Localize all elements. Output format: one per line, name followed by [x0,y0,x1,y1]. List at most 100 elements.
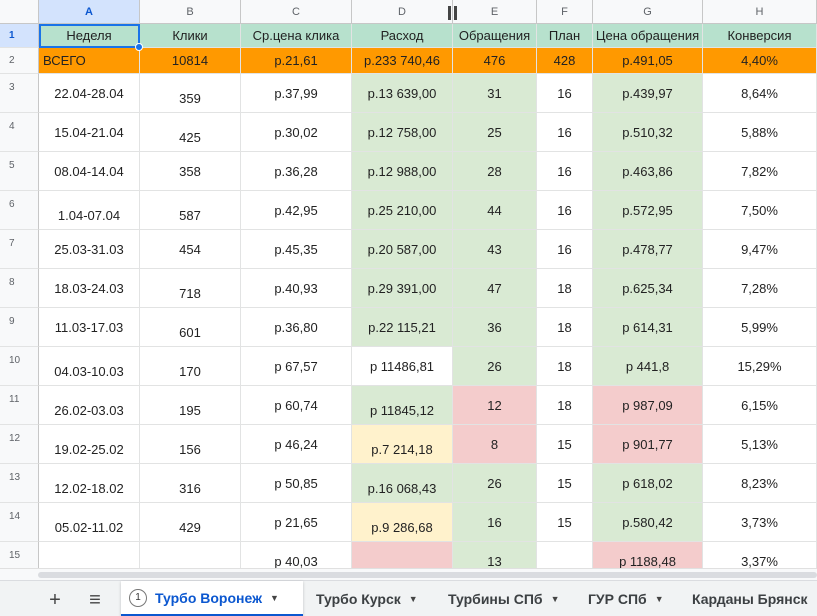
cell-a[interactable]: 12.02-18.02 [39,464,140,503]
cell-a[interactable]: 08.04-14.04 [39,152,140,191]
header-cell-d[interactable]: Расход [352,24,453,48]
cell-h[interactable]: 5,13% [703,425,817,464]
cell-d[interactable]: р.16 068,43 [352,464,453,503]
cell-c[interactable]: р 50,85 [241,464,352,503]
cell-f[interactable]: 15 [537,425,593,464]
total-cell-c[interactable]: р.21,61 [241,48,352,74]
cell-h[interactable]: 15,29% [703,347,817,386]
header-cell-a[interactable]: Неделя [39,24,140,48]
cell-d[interactable]: р.13 639,00 [352,74,453,113]
chevron-down-icon[interactable]: ▼ [270,593,279,603]
horizontal-scrollbar[interactable] [0,568,817,580]
cell-e[interactable]: 28 [453,152,537,191]
cell-f[interactable]: 18 [537,347,593,386]
chevron-down-icon[interactable]: ▼ [655,594,664,604]
cell-d[interactable] [352,542,453,568]
cell-g[interactable]: р.439,97 [593,74,703,113]
cell-f[interactable]: 16 [537,152,593,191]
cell-b[interactable]: 718 [140,269,241,308]
tab-gur-spb[interactable]: ГУР СПб ▼ [580,581,672,616]
cell-e[interactable]: 16 [453,503,537,542]
column-header-g[interactable]: G [593,0,703,24]
cell-a[interactable] [39,542,140,568]
cell-e[interactable]: 36 [453,308,537,347]
cell-h[interactable]: 3,37% [703,542,817,568]
cell-f[interactable]: 16 [537,230,593,269]
cell-b[interactable]: 601 [140,308,241,347]
cell-h[interactable]: 8,64% [703,74,817,113]
cell-e[interactable]: 26 [453,464,537,503]
cell-h[interactable]: 3,73% [703,503,817,542]
row-number[interactable]: 11 [0,386,39,425]
row-number[interactable]: 10 [0,347,39,386]
freeze-columns-handle[interactable] [448,6,458,20]
cell-e[interactable]: 43 [453,230,537,269]
cell-h[interactable]: 7,28% [703,269,817,308]
cell-f[interactable]: 18 [537,386,593,425]
cell-b[interactable] [140,542,241,568]
cell-c[interactable]: р 21,65 [241,503,352,542]
cell-c[interactable]: р 67,57 [241,347,352,386]
cell-d[interactable]: р.20 587,00 [352,230,453,269]
cell-a[interactable]: 25.03-31.03 [39,230,140,269]
total-cell-f[interactable]: 428 [537,48,593,74]
column-header-b[interactable]: B [140,0,241,24]
cell-e[interactable]: 8 [453,425,537,464]
cell-b[interactable]: 425 [140,113,241,152]
header-cell-c[interactable]: Ср.цена клика [241,24,352,48]
tab-turbiny-spb[interactable]: Турбины СПб ▼ [440,581,567,616]
cell-c[interactable]: р.36,80 [241,308,352,347]
header-cell-e[interactable]: Обращения [453,24,537,48]
column-header-h[interactable]: H [703,0,817,24]
total-cell-e[interactable]: 476 [453,48,537,74]
cell-e[interactable]: 31 [453,74,537,113]
cell-a[interactable]: 19.02-25.02 [39,425,140,464]
row-number[interactable]: 1 [0,24,39,48]
tab-turbo-voronezh[interactable]: 1 Турбо Воронеж ▼ [121,581,303,616]
cell-c[interactable]: р.30,02 [241,113,352,152]
cell-h[interactable]: 9,47% [703,230,817,269]
total-cell-h[interactable]: 4,40% [703,48,817,74]
cell-b[interactable]: 358 [140,152,241,191]
header-cell-h[interactable]: Конверсия [703,24,817,48]
cell-g[interactable]: р 441,8 [593,347,703,386]
cell-c[interactable]: р 60,74 [241,386,352,425]
cell-b[interactable]: 587 [140,191,241,230]
cell-b[interactable]: 429 [140,503,241,542]
cell-e[interactable]: 13 [453,542,537,568]
column-header-c[interactable]: C [241,0,352,24]
cell-h[interactable]: 5,99% [703,308,817,347]
cell-a[interactable]: 04.03-10.03 [39,347,140,386]
row-number[interactable]: 7 [0,230,39,269]
cell-d[interactable]: р.12 758,00 [352,113,453,152]
cell-g[interactable]: р.625,34 [593,269,703,308]
cell-f[interactable]: 15 [537,503,593,542]
add-sheet-button[interactable]: + [42,588,68,612]
cell-h[interactable]: 6,15% [703,386,817,425]
cell-b[interactable]: 454 [140,230,241,269]
column-header-a[interactable]: A [39,0,140,24]
row-number[interactable]: 5 [0,152,39,191]
cell-h[interactable]: 7,82% [703,152,817,191]
total-cell-d[interactable]: р.233 740,46 [352,48,453,74]
cell-c[interactable]: р.45,35 [241,230,352,269]
row-number[interactable]: 3 [0,74,39,113]
column-header-f[interactable]: F [537,0,593,24]
cell-e[interactable]: 12 [453,386,537,425]
cell-g[interactable]: р.572,95 [593,191,703,230]
cell-g[interactable]: р 618,02 [593,464,703,503]
tab-turbo-kursk[interactable]: Турбо Курск ▼ [308,581,426,616]
cell-c[interactable]: р.40,93 [241,269,352,308]
row-number[interactable]: 12 [0,425,39,464]
cell-g[interactable]: р 1188,48 [593,542,703,568]
cell-f[interactable]: 18 [537,269,593,308]
row-number[interactable]: 4 [0,113,39,152]
cell-e[interactable]: 44 [453,191,537,230]
cell-a[interactable]: 1.04-07.04 [39,191,140,230]
cell-d[interactable]: р 11845,12 [352,386,453,425]
cell-b[interactable]: 170 [140,347,241,386]
cell-b[interactable]: 359 [140,74,241,113]
cell-f[interactable]: 16 [537,113,593,152]
cell-h[interactable]: 7,50% [703,191,817,230]
cell-c[interactable]: р.42,95 [241,191,352,230]
